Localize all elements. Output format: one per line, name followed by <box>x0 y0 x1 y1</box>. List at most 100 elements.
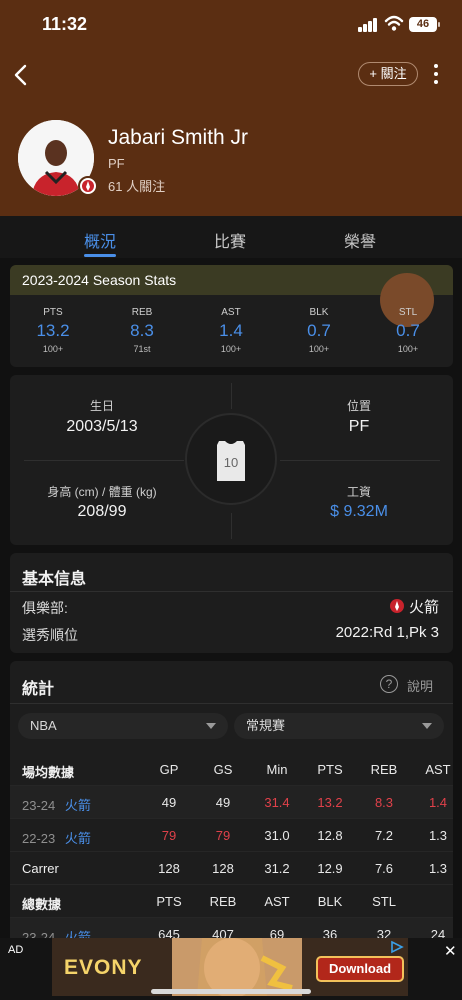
table-header-cell: BLK <box>317 894 343 909</box>
table-cell: 31.4 <box>264 795 290 810</box>
table-cell: 7.2 <box>374 828 394 843</box>
stat-value: 1.4 <box>219 321 243 340</box>
back-arrow-icon[interactable] <box>10 62 34 88</box>
tab-overview[interactable]: 概況 <box>70 228 130 252</box>
signal-icon <box>358 18 378 32</box>
draft-label: 選秀順位 <box>22 627 78 643</box>
stat-value: 13.2 <box>36 321 70 340</box>
table-cell: 13.2 <box>317 795 343 810</box>
table-cell: 1.3 <box>428 828 448 843</box>
jersey-number: 10 <box>224 455 238 470</box>
stat-label: PTS <box>43 307 63 318</box>
table-header-cell: STL <box>372 894 396 909</box>
close-icon[interactable]: ✕ <box>444 942 457 960</box>
basic-info-card: 基本信息 俱樂部: 火箭 選秀順位 2022:Rd 1,Pk 3 <box>10 553 453 653</box>
season-stats-card: 2023-2024 Season Stats PTS 13.2 100+ REB… <box>10 265 453 367</box>
table-header-cell: AST <box>264 894 290 909</box>
ad-banner-bar: AD EVONY Download ✕ <box>0 938 462 1000</box>
season-type-select-value: 常規賽 <box>246 718 286 733</box>
club-name: 火箭 <box>408 599 439 616</box>
divider <box>10 591 453 592</box>
table-row[interactable]: 22-23 火箭 79 79 31.0 12.8 7.2 1.3 <box>10 819 453 852</box>
ad-banner[interactable]: EVONY Download <box>52 938 408 996</box>
stat-value: 0.7 <box>396 321 420 340</box>
follower-count: 61 人關注 <box>108 179 166 194</box>
ad-download-button[interactable]: Download <box>316 956 404 982</box>
table-row-career: Carrer 128 128 31.2 12.9 7.6 1.3 <box>10 852 453 885</box>
table-cell: 49 <box>215 795 231 810</box>
stat-label: BLK <box>309 307 329 318</box>
table-header-cell: AST <box>425 762 451 777</box>
table-cell: 79 <box>215 828 231 843</box>
table-cell: 31.0 <box>264 828 290 843</box>
status-time: 11:32 <box>42 14 88 34</box>
help-icon[interactable]: ? <box>380 675 398 693</box>
season-cell: 22-23 火箭 <box>22 828 112 847</box>
table-header-row: 場均數據 GP GS Min PTS REB AST <box>10 753 453 786</box>
birthday-value: 2003/5/13 <box>66 418 138 435</box>
table-cell: 49 <box>161 795 177 810</box>
stat-value: 8.3 <box>130 321 154 340</box>
stat-label: STL <box>398 307 418 318</box>
season-stats-title: 2023-2024 Season Stats <box>22 272 177 288</box>
divider <box>280 460 440 461</box>
team-logo-icon <box>389 599 404 613</box>
follow-button[interactable]: + 關注 <box>358 62 418 86</box>
ad-brand: EVONY <box>64 956 143 979</box>
table-header-cell: PTS <box>317 762 343 777</box>
height-weight-label: 身高 (cm) / 體重 (kg) <box>47 485 157 499</box>
position-label: 位置 <box>346 399 371 413</box>
birthday-label: 生日 <box>89 399 114 413</box>
table-cell: 7.6 <box>374 861 394 876</box>
table-header-cell: REB <box>370 762 398 777</box>
battery-icon: 46 <box>409 17 440 32</box>
salary-value: $ 9.32M <box>330 503 388 520</box>
status-bar: 11:32 46 <box>0 0 462 50</box>
draft-value: 2022:Rd 1,Pk 3 <box>335 624 439 641</box>
tab-games[interactable]: 比賽 <box>200 228 260 252</box>
season-text: 23-24 <box>22 798 56 813</box>
team-logo-icon <box>78 176 98 196</box>
help-label[interactable]: 說明 <box>407 676 433 695</box>
wifi-icon <box>384 15 404 31</box>
stat-rank: 100+ <box>308 344 330 354</box>
table-cell: 31.2 <box>264 861 290 876</box>
table-header-cell: GP <box>159 762 179 777</box>
tab-honors[interactable]: 榮譽 <box>330 228 390 252</box>
team-link[interactable]: 火箭 <box>65 798 91 813</box>
stat-label: AST <box>221 307 241 318</box>
stat-ast: AST 1.4 100+ <box>201 307 261 354</box>
league-select[interactable]: NBA <box>18 713 228 739</box>
stat-rank: 71st <box>133 344 151 354</box>
table-cell: 1.4 <box>428 795 448 810</box>
table-row[interactable]: 23-24 火箭 49 49 31.4 13.2 8.3 1.4 <box>10 786 453 819</box>
stat-rank: 100+ <box>220 344 242 354</box>
table-cell: 79 <box>161 828 177 843</box>
ad-choices-icon[interactable] <box>390 940 404 954</box>
jersey-badge: 10 <box>185 413 277 505</box>
table-cell: 1.3 <box>428 861 448 876</box>
stats-title: 統計 <box>22 681 55 698</box>
table-cell: 12.9 <box>317 861 343 876</box>
season-type-select[interactable]: 常規賽 <box>234 713 444 739</box>
season-text: 22-23 <box>22 831 56 846</box>
club-value[interactable]: 火箭 <box>389 596 439 617</box>
home-indicator[interactable] <box>151 989 311 994</box>
stats-card: 統計 ? 說明 NBA 常規賽 場均數據 GP GS Min PTS REB A… <box>10 661 453 951</box>
more-options-icon[interactable] <box>428 62 444 86</box>
table-cell: 128 <box>212 861 234 876</box>
position-value: PF <box>348 418 370 435</box>
tab-bar: 概況 比賽 榮譽 <box>0 216 462 258</box>
player-name: Jabari Smith Jr <box>108 126 249 149</box>
stat-value: 0.7 <box>307 321 331 340</box>
table-cell: 128 <box>158 861 180 876</box>
table-header-cell: 場均數據 <box>22 765 75 780</box>
basic-info-title: 基本信息 <box>22 571 87 588</box>
bio-card: 生日 2003/5/13 位置 PF 身高 (cm) / 體重 (kg) 208… <box>10 375 453 545</box>
jersey-icon: 10 <box>217 441 245 481</box>
league-select-value: NBA <box>30 718 57 733</box>
table-header-cell: PTS <box>156 894 182 909</box>
team-link[interactable]: 火箭 <box>65 831 91 846</box>
chevron-down-icon <box>422 723 432 729</box>
stat-pts: PTS 13.2 100+ <box>23 307 83 354</box>
